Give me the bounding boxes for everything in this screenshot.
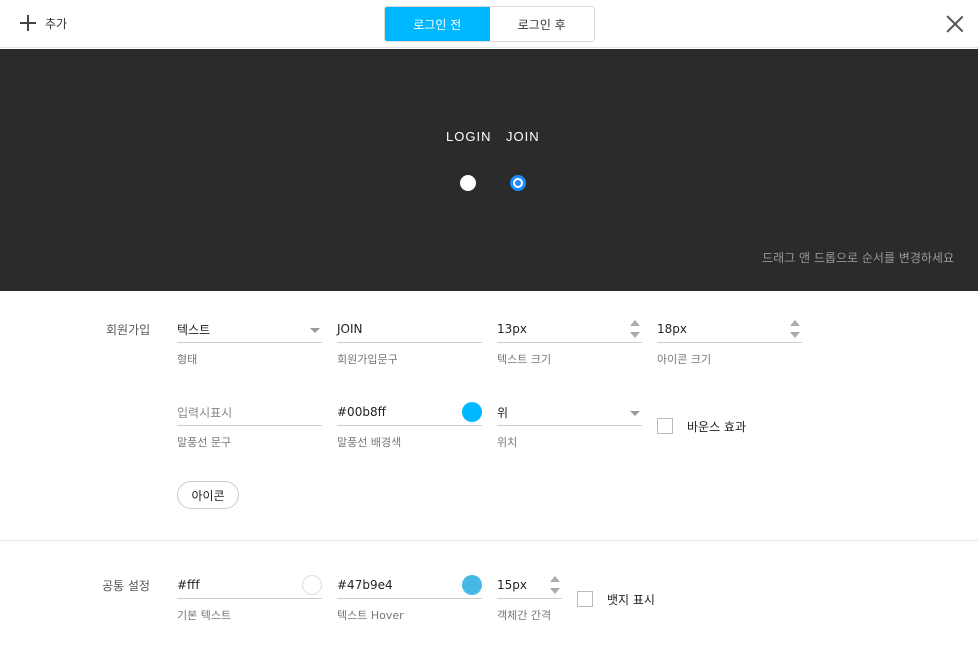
bubble-bg-color-input[interactable]: #00b8ff bbox=[337, 399, 482, 426]
join-text-label: 회원가입문구 bbox=[337, 353, 398, 366]
preview-area: LOGIN JOIN 드래그 앤 드롭으로 순서를 변경하세요 bbox=[0, 49, 978, 291]
preview-select-join[interactable] bbox=[510, 175, 526, 191]
text-size-value: 13px bbox=[497, 322, 527, 336]
plus-icon bbox=[20, 15, 36, 31]
add-button[interactable]: 추가 bbox=[20, 12, 67, 34]
bubble-bg-value: #00b8ff bbox=[337, 405, 386, 419]
bubble-bg-label: 말풍선 배경색 bbox=[337, 436, 402, 449]
hover-color-input[interactable]: #47b9e4 bbox=[337, 572, 482, 599]
bubble-text-label: 말풍선 문구 bbox=[177, 436, 232, 449]
preview-item-join[interactable]: JOIN bbox=[506, 129, 540, 144]
bounce-checkbox[interactable] bbox=[657, 418, 673, 434]
login-state-toggle: 로그인 전 로그인 후 bbox=[384, 6, 595, 42]
stepper-icon[interactable] bbox=[630, 320, 640, 338]
stepper-icon[interactable] bbox=[790, 320, 800, 338]
join-text-value: JOIN bbox=[337, 322, 363, 336]
caret-down-icon bbox=[630, 411, 640, 416]
bubble-text-input[interactable]: 입력시표시 bbox=[177, 399, 322, 426]
gap-value: 15px bbox=[497, 578, 527, 592]
icon-size-stepper[interactable]: 18px bbox=[657, 316, 802, 343]
type-select[interactable]: 텍스트 bbox=[177, 316, 322, 343]
tab-before-login[interactable]: 로그인 전 bbox=[385, 7, 490, 41]
type-select-value: 텍스트 bbox=[177, 322, 211, 337]
join-text-input[interactable]: JOIN bbox=[337, 316, 482, 343]
text-size-label: 텍스트 크기 bbox=[497, 353, 552, 366]
color-swatch-bubble[interactable] bbox=[462, 402, 482, 422]
gap-stepper[interactable]: 15px bbox=[497, 572, 562, 599]
position-label: 위치 bbox=[497, 436, 518, 449]
tab-after-login[interactable]: 로그인 후 bbox=[489, 7, 594, 41]
top-bar: 추가 로그인 전 로그인 후 bbox=[0, 0, 978, 48]
icon-size-value: 18px bbox=[657, 322, 687, 336]
close-icon[interactable] bbox=[946, 15, 964, 33]
hover-label: 텍스트 Hover bbox=[337, 609, 404, 622]
badge-checkbox[interactable] bbox=[577, 591, 593, 607]
preview-select-login[interactable] bbox=[460, 175, 476, 191]
common-section-title: 공통 설정 bbox=[102, 579, 150, 593]
add-button-label: 추가 bbox=[45, 16, 68, 31]
color-swatch-hover[interactable] bbox=[462, 575, 482, 595]
preview-item-login[interactable]: LOGIN bbox=[446, 129, 491, 144]
drag-hint: 드래그 앤 드롭으로 순서를 변경하세요 bbox=[762, 251, 954, 265]
join-section-title: 회원가입 bbox=[106, 323, 151, 337]
section-divider bbox=[0, 540, 978, 541]
color-swatch-base-text[interactable] bbox=[302, 575, 322, 595]
icon-size-label: 아이콘 크기 bbox=[657, 353, 712, 366]
gap-label: 객체간 간격 bbox=[497, 609, 552, 622]
badge-label: 뱃지 표시 bbox=[607, 593, 655, 607]
hover-value: #47b9e4 bbox=[337, 578, 393, 592]
bounce-label: 바운스 효과 bbox=[687, 420, 747, 434]
icon-button[interactable]: 아이콘 bbox=[177, 481, 239, 509]
caret-down-icon bbox=[310, 328, 320, 333]
stepper-icon[interactable] bbox=[550, 576, 560, 594]
position-value: 위 bbox=[497, 405, 509, 420]
position-select[interactable]: 위 bbox=[497, 399, 642, 426]
base-text-label: 기본 텍스트 bbox=[177, 609, 232, 622]
bubble-text-placeholder: 입력시표시 bbox=[177, 405, 233, 420]
base-text-color-input[interactable]: #fff bbox=[177, 572, 322, 599]
base-text-value: #fff bbox=[177, 578, 200, 592]
type-label: 형태 bbox=[177, 353, 198, 366]
text-size-stepper[interactable]: 13px bbox=[497, 316, 642, 343]
